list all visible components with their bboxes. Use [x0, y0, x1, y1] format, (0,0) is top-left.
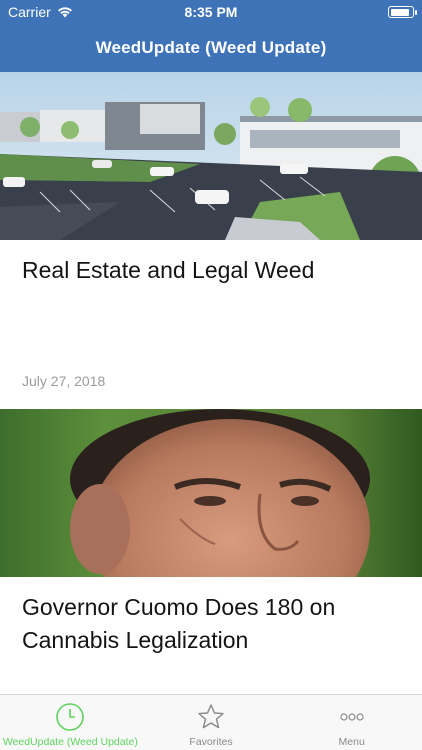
- status-bar: Carrier 8:35 PM: [0, 0, 422, 24]
- article-image-portrait[interactable]: [0, 409, 422, 577]
- star-icon: [198, 704, 224, 729]
- page-title: WeedUpdate (Weed Update): [95, 38, 327, 57]
- top-bar: Carrier 8:35 PM WeedUpdate (Weed Update): [0, 0, 422, 72]
- tab-label: WeedUpdate (Weed Update): [2, 736, 138, 748]
- tab-label: Menu: [338, 736, 365, 748]
- article-card[interactable]: Real Estate and Legal Weed July 27, 2018: [0, 72, 422, 409]
- article-card[interactable]: Governor Cuomo Does 180 on Cannabis Lega…: [0, 409, 422, 657]
- article-title[interactable]: Real Estate and Legal Weed: [0, 240, 422, 287]
- tab-home[interactable]: WeedUpdate (Weed Update): [0, 695, 141, 750]
- article-title[interactable]: Governor Cuomo Does 180 on Cannabis Lega…: [0, 577, 422, 657]
- battery-icon: [388, 6, 417, 18]
- article-feed[interactable]: Real Estate and Legal Weed July 27, 2018: [0, 72, 422, 694]
- clock-icon: [56, 703, 85, 731]
- article-date: July 27, 2018: [22, 373, 106, 389]
- tab-bar: WeedUpdate (Weed Update) Favorites Menu: [0, 694, 422, 750]
- status-time: 8:35 PM: [184, 4, 238, 20]
- tab-menu[interactable]: Menu: [281, 695, 422, 750]
- battery-fill: [390, 8, 409, 16]
- more-dots-icon: [340, 713, 364, 721]
- tab-favorites[interactable]: Favorites: [141, 695, 282, 750]
- tab-label: Favorites: [189, 736, 233, 748]
- article-image-building[interactable]: [0, 72, 422, 240]
